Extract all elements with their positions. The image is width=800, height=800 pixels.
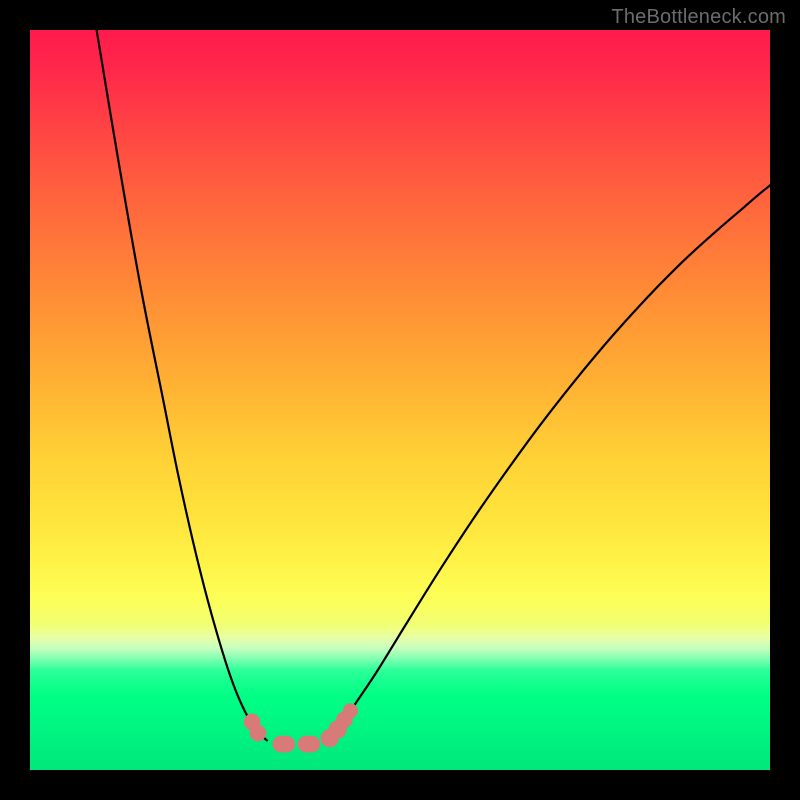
right-curve (326, 185, 770, 740)
watermark-text: TheBottleneck.com (611, 6, 786, 29)
data-marker (343, 703, 358, 718)
left-curve (97, 30, 267, 740)
chart-frame: TheBottleneck.com (0, 0, 800, 800)
chart-svg (30, 30, 770, 770)
data-marker (273, 736, 295, 752)
plot-area (30, 30, 770, 770)
data-marker (298, 736, 320, 752)
data-marker (250, 725, 266, 741)
markers-group (244, 703, 358, 752)
